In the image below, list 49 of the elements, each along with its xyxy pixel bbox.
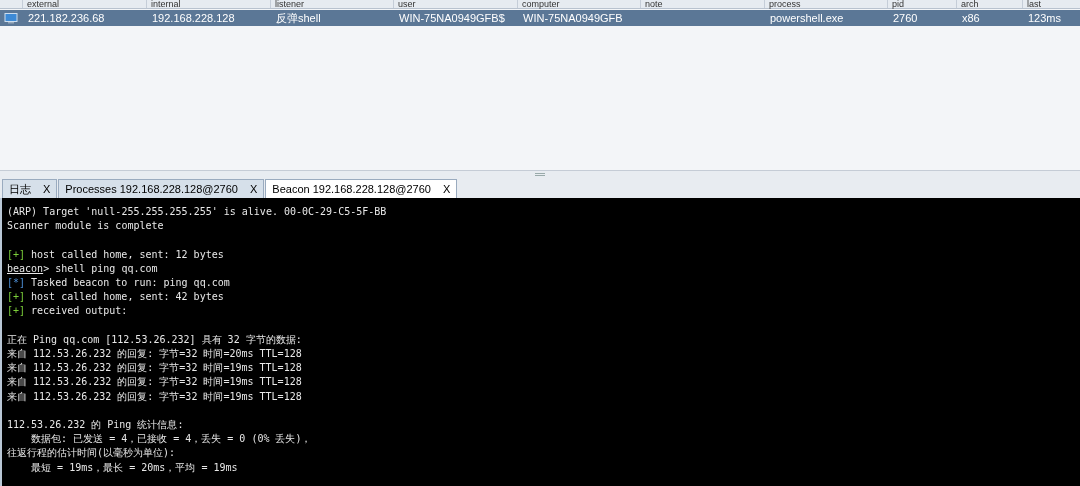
status-tag: [+] (7, 290, 26, 305)
close-button[interactable]: X (250, 180, 258, 198)
console-line: 来自 112.53.26.232 的回复: 字节=32 时间=20ms TTL=128 (7, 347, 302, 361)
console-line: Scanner module is complete (7, 219, 164, 234)
column-header[interactable]: internal (146, 0, 270, 8)
table-cell: 123ms (1028, 11, 1062, 24)
table-row[interactable]: 221.182.236.68 192.168.228.128 反弹shell WIN-75NA0949GFB$ WIN-75NA0949GFB powershell.exe 2760 x86 123ms (0, 10, 1080, 26)
table-cell: 221.182.236.68 (28, 11, 105, 24)
console-line: 正在 Ping qq.com [112.53.26.232] 具有 32 字节的数据: (7, 332, 302, 347)
console-line: received output: (31, 304, 128, 319)
tab[interactable]: 日志 X (2, 179, 58, 198)
console-line: 往返行程的估计时间(以毫秒为单位): (7, 446, 176, 461)
close-button[interactable]: X (442, 180, 451, 198)
column-header[interactable]: arch (956, 0, 1022, 8)
console-line: Tasked beacon to run: ping qq.com (31, 276, 230, 290)
console-line: 数据包: 已发送 = 4，已接收 = 4，丢失 = 0 (0% 丢失)， (30, 432, 312, 447)
monitor-icon (4, 12, 18, 24)
console-line: (ARP) Target 'null-255.255.255.255' is alive. 00-0C-29-C5-5F-BB (7, 205, 387, 219)
table-cell: WIN-75NA0949GFB (523, 11, 623, 24)
table-cell: WIN-75NA0949GFB$ (399, 11, 505, 24)
console-line: 来自 112.53.26.232 的回复: 字节=32 时间=19ms TTL=128 (7, 361, 302, 376)
table-cell: x86 (962, 11, 980, 24)
column-header[interactable]: note (640, 0, 764, 8)
column-header[interactable]: last (1022, 0, 1080, 8)
status-tag: [*] (7, 276, 26, 291)
column-header[interactable]: external (22, 0, 146, 8)
column-header[interactable]: pid (887, 0, 956, 8)
console-line: host called home, sent: 42 bytes (31, 290, 224, 305)
table-cell: powershell.exe (770, 11, 844, 24)
table-cell: 反弹shell (276, 11, 321, 24)
column-header[interactable]: user (393, 0, 517, 8)
prompt-label: beacon (7, 261, 44, 276)
console-line: host called home, sent: 12 bytes (31, 247, 224, 262)
status-tag: [+] (7, 247, 26, 262)
close-button[interactable]: X (43, 180, 51, 198)
console-line: > shell ping qq.com (43, 261, 158, 276)
splitter-handle[interactable] (535, 173, 545, 176)
column-header[interactable]: computer (517, 0, 640, 8)
console-line: 来自 112.53.26.232 的回复: 字节=32 时间=19ms TTL=128 (7, 389, 302, 404)
console-line: 112.53.26.232 的 Ping 统计信息: (7, 418, 184, 432)
tab[interactable]: Beacon 192.168.228.128@2760 X (265, 179, 458, 198)
column-header[interactable]: listener (270, 0, 393, 8)
table-cell: 192.168.228.128 (152, 11, 235, 24)
status-tag: [+] (7, 304, 26, 319)
console-line: 来自 112.53.26.232 的回复: 字节=32 时间=19ms TTL=128 (7, 375, 302, 390)
column-header[interactable]: process (764, 0, 887, 8)
tab[interactable]: Processes 192.168.228.128@2760 X (58, 179, 265, 198)
console-line: 最短 = 19ms，最长 = 20ms，平均 = 19ms (30, 460, 238, 475)
table-cell: 2760 (893, 11, 918, 24)
